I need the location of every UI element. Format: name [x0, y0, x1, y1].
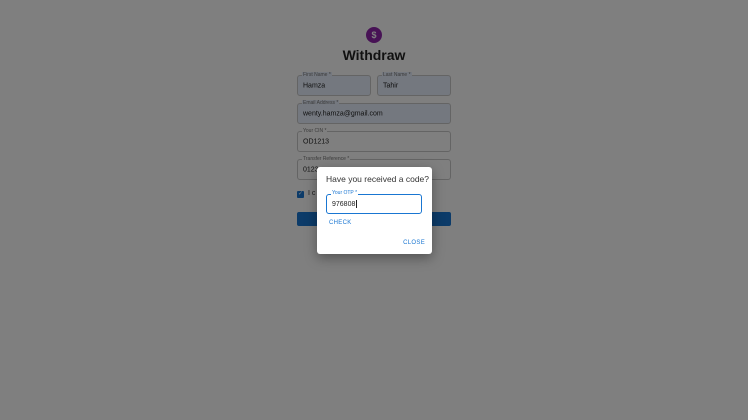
- text-caret: [356, 200, 358, 208]
- close-button[interactable]: CLOSE: [403, 240, 425, 246]
- otp-value: 976808: [332, 200, 356, 208]
- otp-dialog: Have you received a code? Your OTP * 976…: [317, 167, 432, 254]
- otp-value-wrap: 976808: [332, 200, 358, 208]
- dialog-title: Have you received a code?: [326, 174, 430, 184]
- otp-label: Your OTP *: [331, 190, 359, 197]
- otp-input[interactable]: Your OTP * 976808: [326, 190, 422, 214]
- check-button[interactable]: CHECK: [329, 220, 352, 226]
